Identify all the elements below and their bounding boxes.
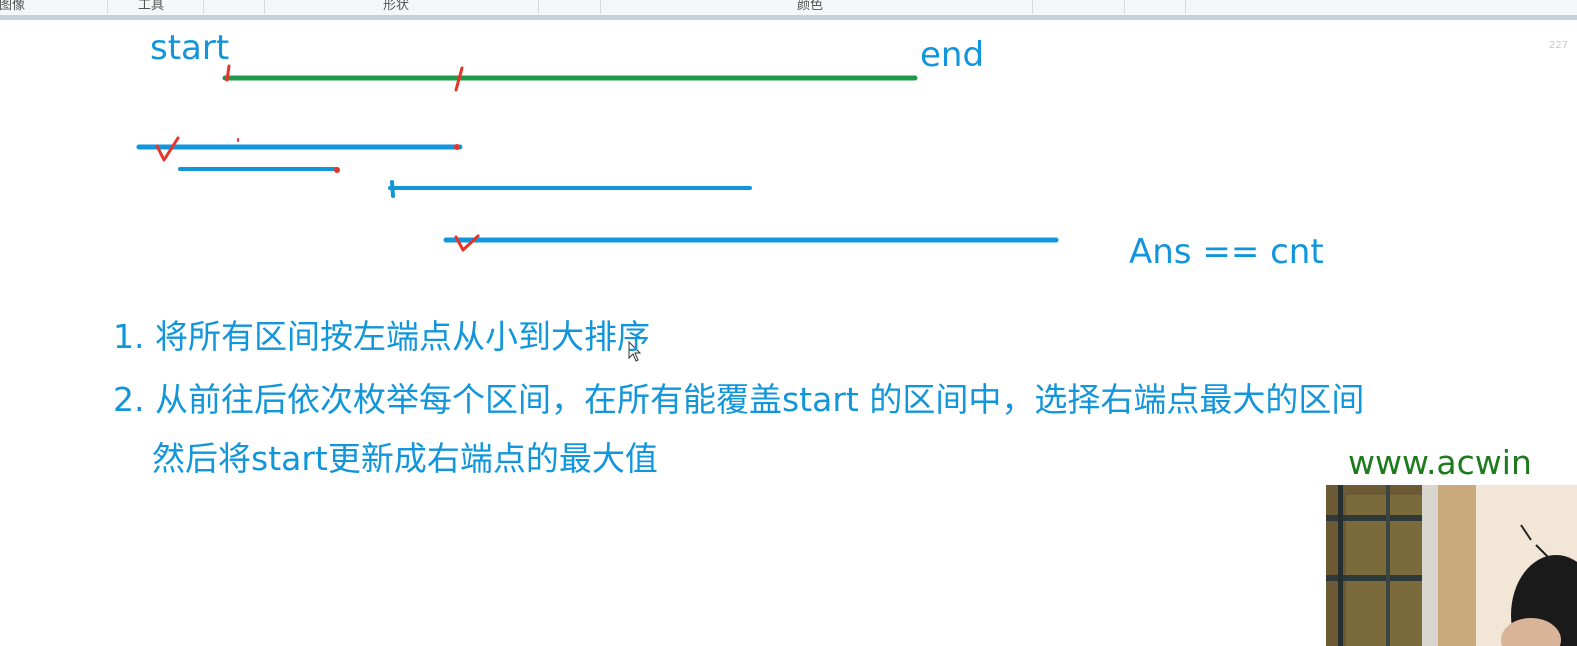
start-label: start xyxy=(150,28,230,68)
end-label: end xyxy=(920,35,985,75)
webcam-overlay xyxy=(1326,485,1577,646)
toolbar-separator xyxy=(1032,0,1033,14)
toolbar-separator xyxy=(264,0,265,14)
step-2-continuation-text: 然后将start更新成右端点的最大值 xyxy=(152,439,658,478)
formula-label: Ans == cnt xyxy=(1129,232,1324,272)
toolbar-separator xyxy=(107,0,108,14)
step-1-text: 1. 将所有区间按左端点从小到大排序 xyxy=(113,317,650,356)
annotation-dot xyxy=(334,167,340,173)
toolbar-group-image[interactable]: 图像 xyxy=(0,0,25,13)
interval-line xyxy=(388,180,752,198)
ribbon-toolbar: 图像 工具 形状 颜色 xyxy=(0,0,1577,16)
annotation-dot xyxy=(454,144,460,150)
toolbar-separator xyxy=(203,0,204,14)
page-indicator: 227 xyxy=(1549,40,1569,51)
toolbar-group-tools[interactable]: 工具 xyxy=(138,0,164,13)
step-2-text: 2. 从前往后依次枚举每个区间，在所有能覆盖start 的区间中，选择右端点最大… xyxy=(113,380,1365,419)
toolbar-separator xyxy=(1124,0,1125,14)
webcam-image xyxy=(1326,485,1577,646)
annotation-tick-mark xyxy=(225,64,231,82)
toolbar-group-shapes[interactable]: 形状 xyxy=(383,0,409,13)
site-watermark: www.acwin xyxy=(1348,443,1532,482)
toolbar-separator xyxy=(538,0,539,14)
toolbar-group-colors[interactable]: 颜色 xyxy=(797,0,823,13)
toolbar-separator xyxy=(600,0,601,14)
toolbar-separator xyxy=(1185,0,1186,14)
